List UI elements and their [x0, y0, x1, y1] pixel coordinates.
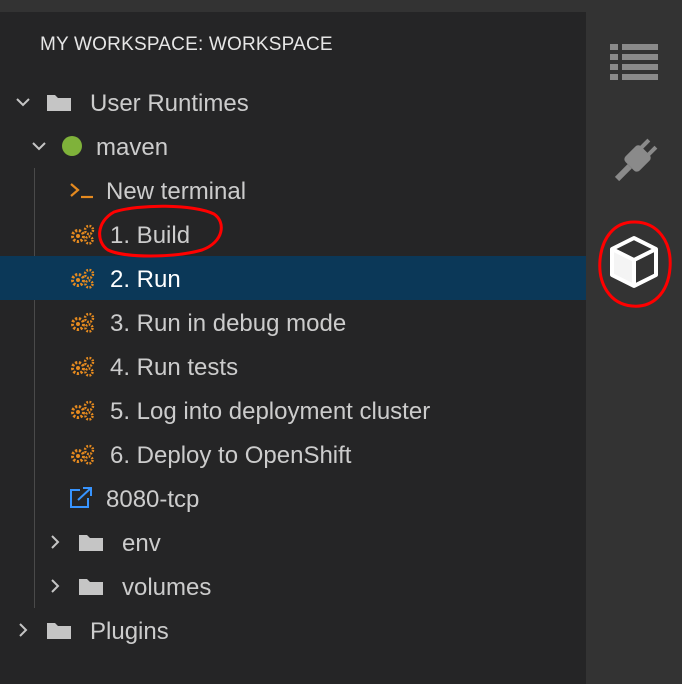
tree-item-maven[interactable]: maven — [0, 124, 586, 168]
annotation-circle — [98, 204, 223, 258]
tree-item-user-runtimes[interactable]: User Runtimes — [0, 80, 586, 124]
tree-item-command-tests[interactable]: 4. Run tests — [0, 344, 586, 388]
status-dot-icon — [62, 136, 82, 156]
gears-icon — [71, 444, 95, 465]
workspace-explorer-panel: MY WORKSPACE: WORKSPACE User Runtimes ma… — [0, 12, 586, 684]
tree-item-command-run[interactable]: 2. Run — [0, 256, 586, 300]
tree-item-label: volumes — [122, 574, 212, 601]
tree-item-command-login[interactable]: 5. Log into deployment cluster — [0, 388, 586, 432]
folder-icon — [47, 623, 71, 639]
window-top-bar — [0, 0, 682, 12]
gears-icon — [71, 268, 95, 289]
tree-item-label: 8080-tcp — [106, 486, 200, 513]
tree-item-label: 3. Run in debug mode — [110, 310, 347, 337]
folder-icon — [79, 579, 103, 595]
gears-icon — [71, 356, 95, 377]
folder-icon — [47, 95, 71, 111]
gears-icon — [71, 400, 95, 421]
tree-item-plugins[interactable]: Plugins — [0, 608, 586, 652]
panel-title: MY WORKSPACE: WORKSPACE — [40, 34, 333, 55]
tree-item-command-deploy[interactable]: 6. Deploy to OpenShift — [0, 432, 586, 476]
chevron-down-icon — [16, 98, 30, 107]
folder-icon — [79, 535, 103, 551]
tree-item-command-build[interactable]: 1. Build — [0, 212, 586, 256]
terminal-icon — [70, 183, 93, 199]
list-icon[interactable] — [608, 42, 660, 82]
external-link-icon — [70, 487, 92, 508]
gears-icon — [71, 224, 95, 245]
annotation-circle — [598, 220, 672, 308]
tree-item-command-debug[interactable]: 3. Run in debug mode — [0, 300, 586, 344]
chevron-right-icon — [51, 579, 60, 593]
tree-item-label: 2. Run — [110, 266, 181, 293]
tree-item-label: Plugins — [90, 618, 169, 645]
tree-item-label: User Runtimes — [90, 90, 249, 117]
chevron-right-icon — [19, 623, 28, 637]
tree-item-label: 6. Deploy to OpenShift — [110, 442, 352, 469]
plug-icon[interactable] — [604, 132, 664, 192]
tree-item-label: 4. Run tests — [110, 354, 239, 381]
tree-item-volumes[interactable]: volumes — [0, 564, 586, 608]
tree-item-endpoint[interactable]: 8080-tcp — [0, 476, 586, 520]
tree-item-label: env — [122, 530, 161, 557]
tree-item-label: 5. Log into deployment cluster — [110, 398, 431, 425]
activity-bar — [586, 12, 682, 684]
chevron-right-icon — [51, 535, 60, 549]
chevron-down-icon — [32, 142, 46, 151]
tree-item-new-terminal[interactable]: New terminal — [0, 168, 586, 212]
gears-icon — [71, 312, 95, 333]
tree-item-label: maven — [96, 134, 169, 161]
tree-item-env[interactable]: env — [0, 520, 586, 564]
